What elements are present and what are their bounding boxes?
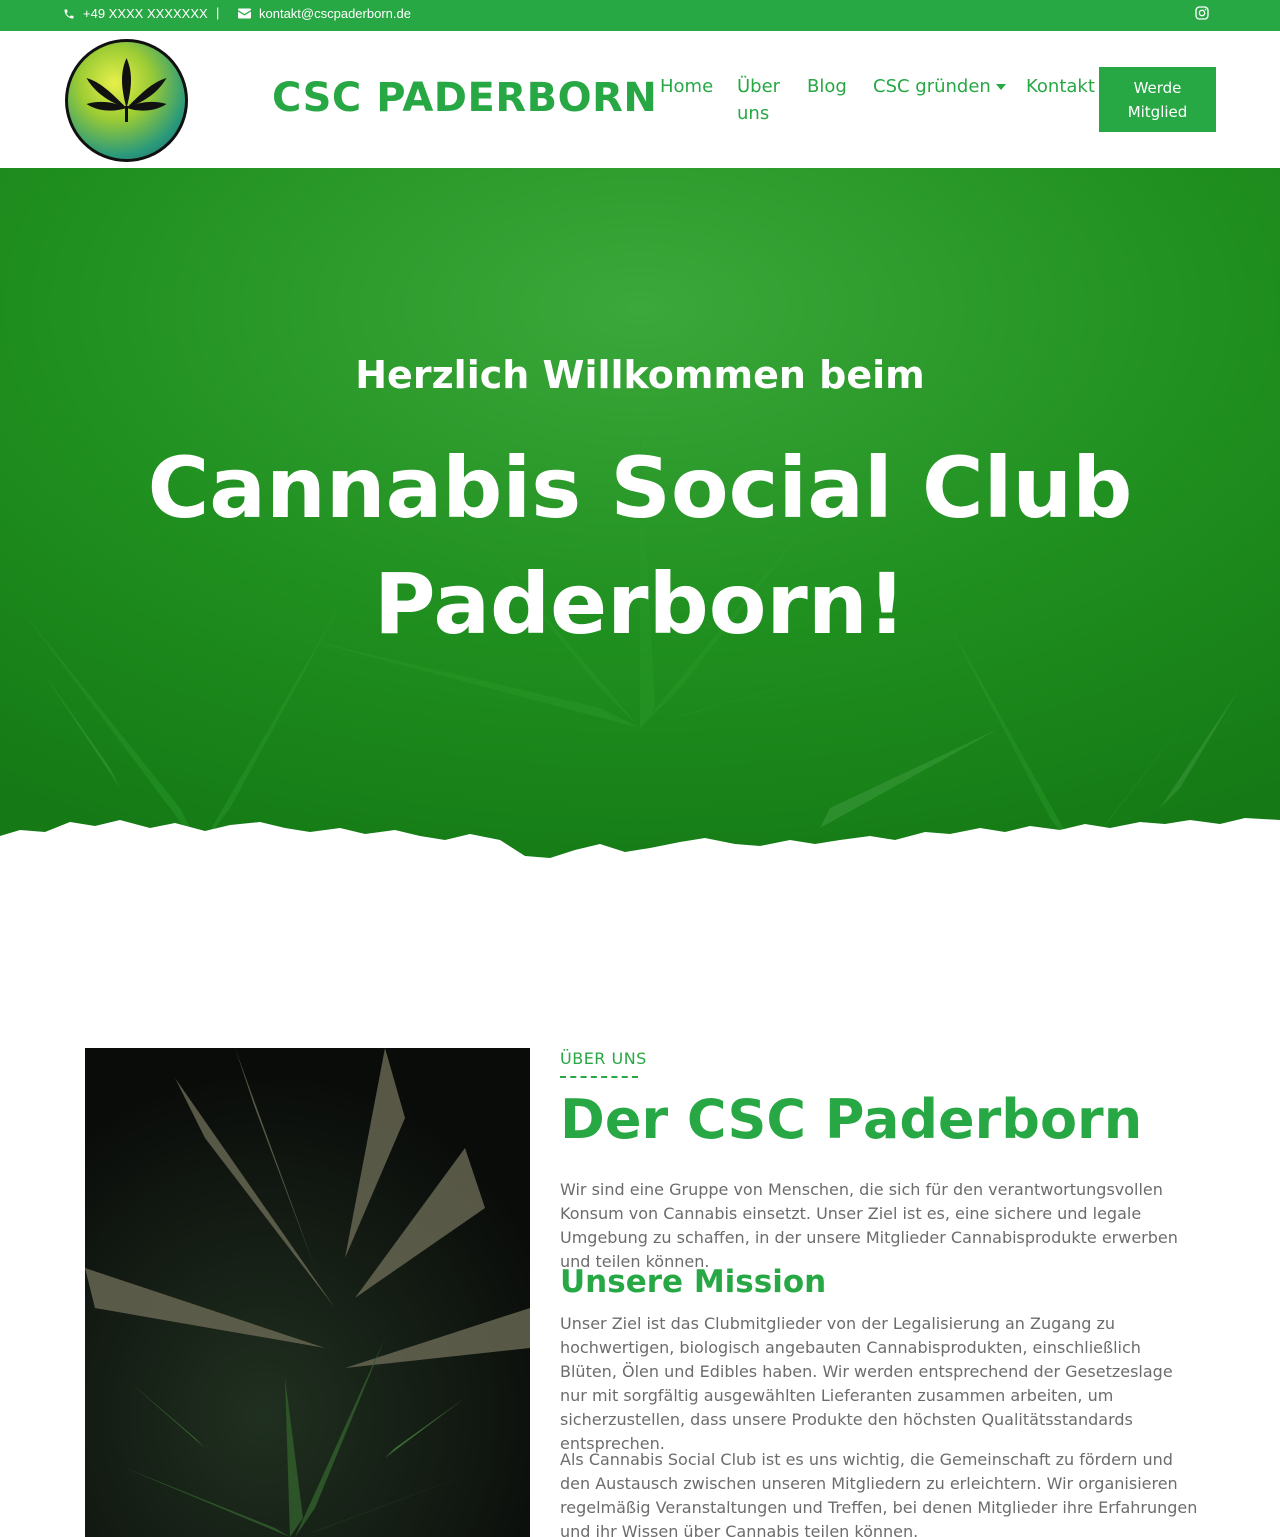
instagram-icon[interactable] xyxy=(1194,5,1210,21)
hero-title: Cannabis Social Club Paderborn! xyxy=(147,439,1133,653)
phone-number[interactable]: +49 XXXX XXXXXXX xyxy=(83,6,208,21)
mission-text: Unser Ziel ist das Clubmitglieder von de… xyxy=(560,1314,1173,1453)
hero-subtitle: Herzlich Willkommen beim xyxy=(355,353,925,397)
envelope-icon xyxy=(238,8,251,19)
site-header: CSC PADERBORN Home Über uns Blog CSC grü… xyxy=(0,31,1280,168)
club-logo[interactable] xyxy=(65,39,188,162)
email-address[interactable]: kontakt@cscpaderborn.de xyxy=(259,6,411,21)
topbar-separator: | xyxy=(216,5,220,20)
chevron-down-icon xyxy=(995,83,1006,90)
nav-kontakt[interactable]: Kontakt xyxy=(1026,73,1095,100)
nav-csc-gruenden[interactable]: CSC gründen xyxy=(873,73,1006,100)
werde-mitglied-button[interactable]: Werde Mitglied xyxy=(1099,67,1216,132)
top-bar: +49 XXXX XXXXXXX | kontakt@cscpaderborn.… xyxy=(0,0,1280,31)
community-text: Als Cannabis Social Club ist es uns wich… xyxy=(560,1450,1198,1537)
about-title: Der CSC Paderborn xyxy=(560,1088,1143,1151)
mission-heading: Unsere Mission xyxy=(560,1264,827,1300)
nav-ueber-uns[interactable]: Über uns xyxy=(737,73,785,127)
hero-section: Herzlich Willkommen beim Cannabis Social… xyxy=(0,168,1280,868)
section-label-divider xyxy=(560,1076,638,1078)
phone-icon xyxy=(63,8,75,20)
section-label: ÜBER UNS xyxy=(560,1049,647,1068)
cannabis-plant-image xyxy=(85,1048,530,1537)
email-contact[interactable]: kontakt@cscpaderborn.de xyxy=(238,6,411,21)
nav-blog[interactable]: Blog xyxy=(807,73,847,100)
phone-contact[interactable]: +49 XXXX XXXXXXX xyxy=(63,6,208,21)
brand-title[interactable]: CSC PADERBORN xyxy=(272,75,657,121)
about-intro-text: Wir sind eine Gruppe von Menschen, die s… xyxy=(560,1180,1178,1271)
nav-csc-gruenden-label: CSC gründen xyxy=(873,76,991,97)
nav-home[interactable]: Home xyxy=(660,73,713,100)
